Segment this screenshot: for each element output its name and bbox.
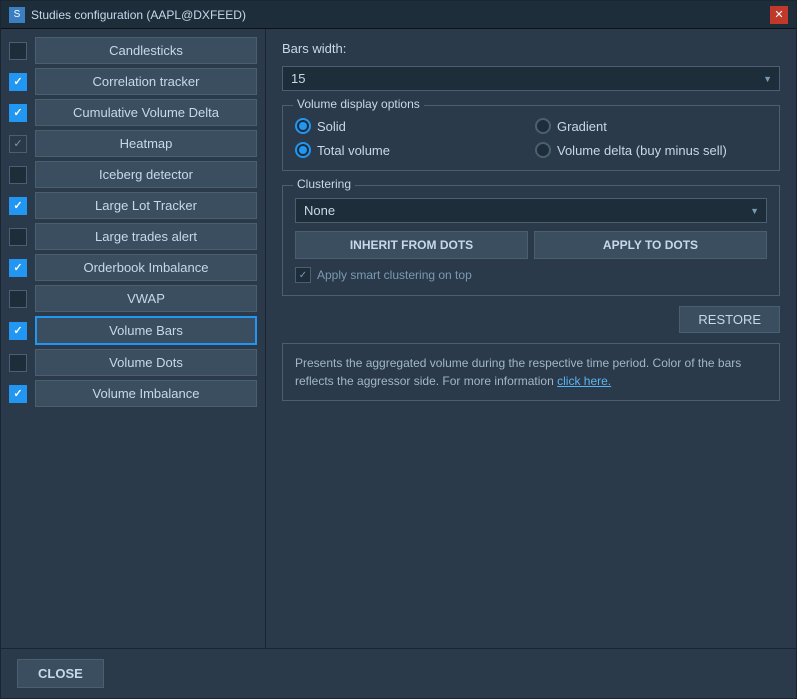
study-btn-vwap[interactable]: VWAP: [35, 285, 257, 312]
study-item-orderbook-imbalance: Orderbook Imbalance: [9, 254, 257, 281]
solid-radio-circle: [295, 118, 311, 134]
solid-radio-item[interactable]: Solid: [295, 118, 527, 134]
total-volume-label: Total volume: [317, 143, 390, 158]
study-btn-large-trades-alert[interactable]: Large trades alert: [35, 223, 257, 250]
window-close-button[interactable]: ✕: [770, 6, 788, 24]
total-volume-radio-circle: [295, 142, 311, 158]
clustering-action-row: INHERIT FROM DOTS APPLY TO DOTS: [295, 231, 767, 259]
study-item-volume-imbalance: Volume Imbalance: [9, 380, 257, 407]
study-btn-orderbook-imbalance[interactable]: Orderbook Imbalance: [35, 254, 257, 281]
study-checkbox-cumulative-volume-delta[interactable]: [9, 104, 27, 122]
study-btn-iceberg-detector[interactable]: Iceberg detector: [35, 161, 257, 188]
study-checkbox-candlesticks[interactable]: [9, 42, 27, 60]
smart-clustering-label: Apply smart clustering on top: [317, 268, 472, 282]
smart-clustering-row: Apply smart clustering on top: [295, 267, 767, 283]
clustering-title: Clustering: [293, 177, 355, 191]
study-checkbox-correlation-tracker[interactable]: [9, 73, 27, 91]
study-item-iceberg-detector: Iceberg detector: [9, 161, 257, 188]
description-text: Presents the aggregated volume during th…: [295, 356, 741, 388]
gradient-radio-circle: [535, 118, 551, 134]
study-item-large-lot-tracker: Large Lot Tracker: [9, 192, 257, 219]
study-checkbox-iceberg-detector[interactable]: [9, 166, 27, 184]
volume-display-radio-grid: Solid Gradient Total volume Volume delta…: [295, 118, 767, 158]
total-volume-radio-item[interactable]: Total volume: [295, 142, 527, 158]
clustering-select[interactable]: None Time Price: [295, 198, 767, 223]
bars-width-select[interactable]: 15: [282, 66, 780, 91]
study-item-vwap: VWAP: [9, 285, 257, 312]
restore-button[interactable]: RESTORE: [679, 306, 780, 333]
study-btn-volume-imbalance[interactable]: Volume Imbalance: [35, 380, 257, 407]
inherit-from-dots-button[interactable]: INHERIT FROM DOTS: [295, 231, 528, 259]
study-item-cumulative-volume-delta: Cumulative Volume Delta: [9, 99, 257, 126]
description-box: Presents the aggregated volume during th…: [282, 343, 780, 401]
study-btn-candlesticks[interactable]: Candlesticks: [35, 37, 257, 64]
gradient-radio-item[interactable]: Gradient: [535, 118, 767, 134]
volume-delta-label: Volume delta (buy minus sell): [557, 143, 727, 158]
study-btn-correlation-tracker[interactable]: Correlation tracker: [35, 68, 257, 95]
restore-row: RESTORE: [282, 306, 780, 333]
volume-display-options-group: Volume display options Solid Gradient To…: [282, 105, 780, 171]
volume-delta-radio-item[interactable]: Volume delta (buy minus sell): [535, 142, 767, 158]
study-btn-volume-bars[interactable]: Volume Bars: [35, 316, 257, 345]
study-checkbox-large-trades-alert[interactable]: [9, 228, 27, 246]
close-button[interactable]: CLOSE: [17, 659, 104, 688]
description-link[interactable]: click here.: [557, 374, 611, 388]
study-checkbox-volume-dots[interactable]: [9, 354, 27, 372]
bottom-bar: CLOSE: [1, 648, 796, 698]
study-checkbox-volume-imbalance[interactable]: [9, 385, 27, 403]
volume-display-options-title: Volume display options: [293, 97, 424, 111]
study-btn-large-lot-tracker[interactable]: Large Lot Tracker: [35, 192, 257, 219]
study-item-large-trades-alert: Large trades alert: [9, 223, 257, 250]
solid-label: Solid: [317, 119, 346, 134]
smart-clustering-checkbox[interactable]: [295, 267, 311, 283]
settings-panel: Bars width: 15 Volume display options So…: [266, 29, 796, 648]
title-bar: S Studies configuration (AAPL@DXFEED) ✕: [1, 1, 796, 29]
study-checkbox-vwap[interactable]: [9, 290, 27, 308]
study-list: Candlesticks Correlation tracker Cumulativ…: [1, 29, 266, 648]
study-checkbox-large-lot-tracker[interactable]: [9, 197, 27, 215]
study-checkbox-heatmap[interactable]: [9, 135, 27, 153]
study-checkbox-orderbook-imbalance[interactable]: [9, 259, 27, 277]
studies-configuration-window: S Studies configuration (AAPL@DXFEED) ✕ …: [0, 0, 797, 699]
window-icon: S: [9, 7, 25, 23]
study-btn-heatmap[interactable]: Heatmap: [35, 130, 257, 157]
study-btn-cumulative-volume-delta[interactable]: Cumulative Volume Delta: [35, 99, 257, 126]
clustering-select-wrapper: None Time Price: [295, 198, 767, 223]
bars-width-select-wrapper: 15: [282, 66, 780, 91]
main-content: Candlesticks Correlation tracker Cumulativ…: [1, 29, 796, 648]
bars-width-row: Bars width:: [282, 41, 780, 56]
window-title: Studies configuration (AAPL@DXFEED): [31, 8, 246, 22]
study-item-volume-bars: Volume Bars: [9, 316, 257, 345]
study-item-candlesticks: Candlesticks: [9, 37, 257, 64]
volume-delta-radio-circle: [535, 142, 551, 158]
study-btn-volume-dots[interactable]: Volume Dots: [35, 349, 257, 376]
bars-width-label: Bars width:: [282, 41, 346, 56]
study-item-heatmap: Heatmap: [9, 130, 257, 157]
title-bar-left: S Studies configuration (AAPL@DXFEED): [9, 7, 246, 23]
clustering-group: Clustering None Time Price INHERIT FROM …: [282, 185, 780, 296]
study-item-volume-dots: Volume Dots: [9, 349, 257, 376]
apply-to-dots-button[interactable]: APPLY TO DOTS: [534, 231, 767, 259]
study-item-correlation-tracker: Correlation tracker: [9, 68, 257, 95]
gradient-label: Gradient: [557, 119, 607, 134]
study-checkbox-volume-bars[interactable]: [9, 322, 27, 340]
